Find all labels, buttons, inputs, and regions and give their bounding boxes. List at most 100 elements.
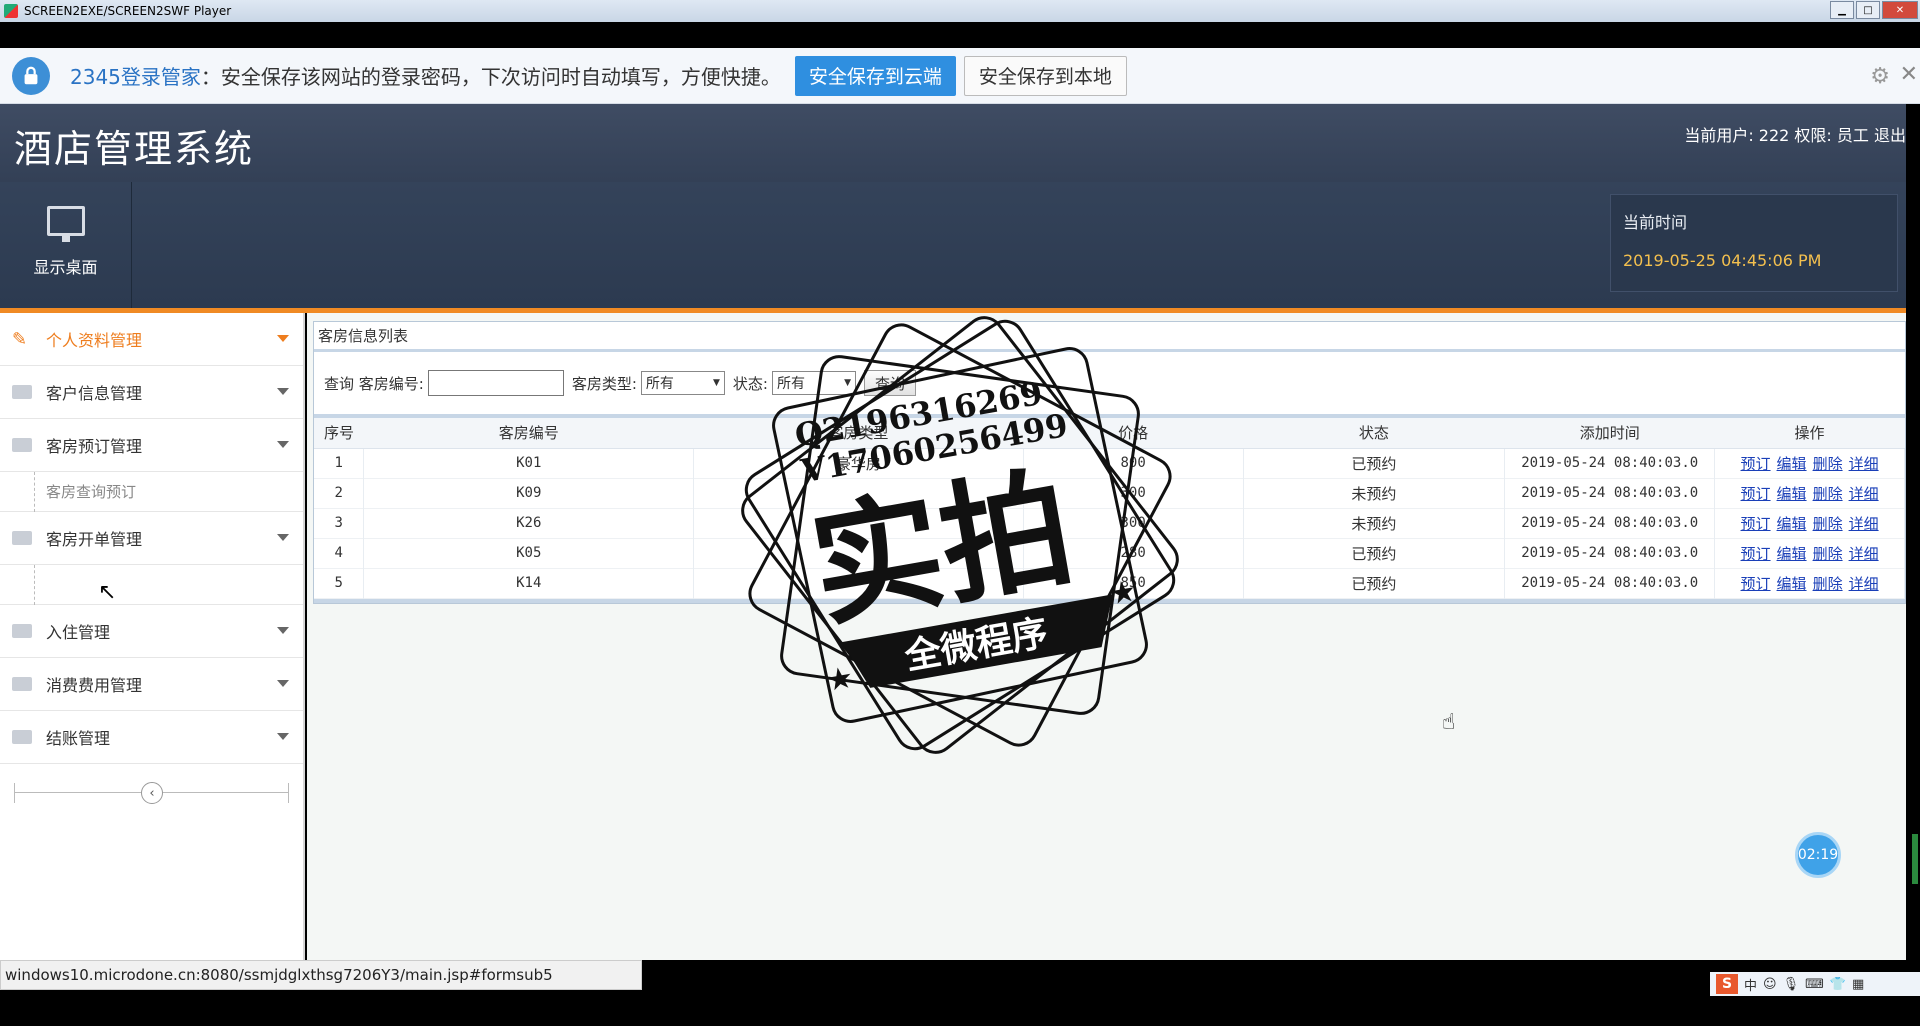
sidebar-item-checkout[interactable]: 结账管理 bbox=[0, 711, 303, 764]
ime-toolbar: S 中 ☺ 🎙 ⌨ 👕 ▦ bbox=[1710, 972, 1920, 996]
reserve-link[interactable]: 预订 bbox=[1741, 485, 1771, 503]
reserve-link[interactable]: 预订 bbox=[1741, 545, 1771, 563]
sidebar-item-room-orders[interactable]: 客房开单管理 bbox=[0, 512, 303, 565]
mic-icon[interactable]: 🎙 bbox=[1783, 977, 1800, 992]
ime-mode[interactable]: 中 bbox=[1744, 975, 1757, 994]
sidebar-item-label: 客房预订管理 bbox=[46, 437, 143, 456]
brush-icon bbox=[12, 677, 32, 691]
delete-link[interactable]: 删除 bbox=[1813, 455, 1843, 473]
query-label: 查询 bbox=[324, 374, 355, 393]
user-info[interactable]: 当前用户: 222 权限: 员工 退出 bbox=[1684, 122, 1906, 146]
app-icon bbox=[4, 4, 18, 18]
edit-link[interactable]: 编辑 bbox=[1777, 575, 1807, 593]
cell-type bbox=[693, 568, 1024, 598]
cell-time: 2019-05-24 08:40:03.0 bbox=[1504, 478, 1716, 508]
ime-logo[interactable]: S bbox=[1716, 974, 1738, 994]
reserve-link[interactable]: 预订 bbox=[1741, 575, 1771, 593]
sidebar-subitem-room-query[interactable]: 客房查询预订 bbox=[0, 472, 303, 512]
cell-time: 2019-05-24 08:40:03.0 bbox=[1504, 538, 1716, 568]
reserve-link[interactable]: 预订 bbox=[1741, 455, 1771, 473]
chevron-down-icon bbox=[277, 733, 289, 740]
status-label: 状态: bbox=[732, 374, 768, 393]
table-header-row: 序号 客房编号 客房类型 价格 状态 添加时间 操作 bbox=[314, 418, 1905, 449]
detail-link[interactable]: 详细 bbox=[1849, 485, 1879, 503]
delete-link[interactable]: 删除 bbox=[1813, 485, 1843, 503]
detail-link[interactable]: 详细 bbox=[1849, 455, 1879, 473]
layout-icon bbox=[12, 531, 32, 545]
sidebar-collapse-row: ‹ bbox=[0, 764, 303, 824]
password-message: 2345登录管家：安全保存该网站的登录密码，下次访问时自动填写，方便快捷。 bbox=[70, 61, 781, 90]
minimize-button[interactable]: ▁ bbox=[1830, 1, 1854, 19]
recording-timer: 02:19 bbox=[1795, 832, 1841, 878]
detail-link[interactable]: 详细 bbox=[1849, 575, 1879, 593]
cell-no: 2 bbox=[314, 478, 365, 508]
sidebar-item-customers[interactable]: 客户信息管理 bbox=[0, 366, 303, 419]
emoji-icon[interactable]: ☺ bbox=[1763, 977, 1777, 992]
room-no-input[interactable] bbox=[427, 370, 564, 396]
window-close-button[interactable]: ✕ bbox=[1882, 1, 1918, 19]
search-button[interactable]: 查询 bbox=[863, 370, 916, 396]
cell-room: K09 bbox=[363, 478, 695, 508]
maximize-button[interactable]: □ bbox=[1856, 1, 1880, 19]
reserve-link[interactable]: 预订 bbox=[1741, 515, 1771, 533]
skin-icon[interactable]: 👕 bbox=[1830, 977, 1846, 992]
cell-status: 未预约 bbox=[1243, 508, 1506, 538]
cell-price: 800 bbox=[1023, 448, 1244, 478]
save-local-button[interactable]: 安全保存到本地 bbox=[963, 55, 1127, 96]
sidebar-spacer bbox=[0, 565, 303, 605]
password-manager-bar: 2345登录管家：安全保存该网站的登录密码，下次访问时自动填写，方便快捷。 安全… bbox=[0, 48, 1920, 104]
keyboard-icon[interactable]: ⌨ bbox=[1805, 977, 1824, 992]
id-card-icon bbox=[12, 385, 32, 399]
sidebar-item-checkin[interactable]: 入住管理 bbox=[0, 605, 303, 658]
gear-icon[interactable]: ⚙ bbox=[1870, 64, 1890, 89]
current-time-label: 当前时间 bbox=[1623, 213, 1688, 232]
cell-price: 850 bbox=[1023, 568, 1244, 598]
delete-link[interactable]: 删除 bbox=[1813, 545, 1843, 563]
current-time-box: 当前时间 2019-05-25 04:45:06 PM bbox=[1610, 194, 1898, 292]
table-row: 1 K01 豪华房 800 已预约 2019-05-24 08:40:03.0 … bbox=[314, 448, 1905, 478]
cell-actions: 预订 编辑 删除 详细 bbox=[1714, 448, 1905, 478]
chevron-left-icon[interactable]: ‹ bbox=[141, 782, 163, 804]
status-select[interactable]: 所有 bbox=[771, 371, 856, 395]
room-type-label: 客房类型: bbox=[571, 374, 637, 393]
chevron-down-icon bbox=[277, 388, 289, 395]
grid-icon[interactable]: ▦ bbox=[1852, 977, 1864, 992]
sidebar-item-expenses[interactable]: 消费费用管理 bbox=[0, 658, 303, 711]
chevron-down-icon bbox=[277, 441, 289, 448]
player-title-bar: SCREEN2EXE/SCREEN2SWF Player ▁ □ ✕ bbox=[0, 0, 1920, 22]
app-header: 酒店管理系统 当前用户: 222 权限: 员工 退出 bbox=[0, 104, 1906, 182]
chevron-down-icon bbox=[277, 534, 289, 541]
sidebar-item-label: 客户信息管理 bbox=[46, 384, 143, 403]
save-cloud-button[interactable]: 安全保存到云端 bbox=[794, 55, 956, 96]
delete-link[interactable]: 删除 bbox=[1813, 575, 1843, 593]
delete-link[interactable]: 删除 bbox=[1813, 515, 1843, 533]
edit-link[interactable]: 编辑 bbox=[1777, 485, 1807, 503]
cell-price: 280 bbox=[1023, 538, 1244, 568]
grid-icon bbox=[12, 438, 32, 452]
cell-status: 已预约 bbox=[1243, 538, 1506, 568]
main-content: 客房信息列表 查询 客房编号: 客房类型: 所有 状态: 所有 查询 序号 客房… bbox=[307, 313, 1906, 960]
sidebar-item-profile[interactable]: ✎ 个人资料管理 bbox=[0, 313, 303, 366]
edit-link[interactable]: 编辑 bbox=[1777, 455, 1807, 473]
screen: SCREEN2EXE/SCREEN2SWF Player ▁ □ ✕ 2345登… bbox=[0, 0, 1920, 1026]
cell-type bbox=[693, 538, 1024, 568]
sidebar-item-reservations[interactable]: 客房预订管理 bbox=[0, 419, 303, 472]
sidebar: ✎ 个人资料管理 客户信息管理 客房预订管理 客房查询预订 客房开单管理 入住管… bbox=[0, 313, 305, 960]
edit-link[interactable]: 编辑 bbox=[1777, 515, 1807, 533]
close-icon[interactable]: ✕ bbox=[1900, 62, 1918, 87]
detail-link[interactable]: 详细 bbox=[1849, 515, 1879, 533]
brush-icon bbox=[12, 730, 32, 744]
edit-link[interactable]: 编辑 bbox=[1777, 545, 1807, 563]
monitor-icon bbox=[46, 206, 85, 242]
sidebar-item-label: 入住管理 bbox=[46, 623, 111, 642]
cell-no: 3 bbox=[314, 508, 365, 538]
column-header: 添加时间 bbox=[1504, 418, 1715, 449]
room-type-select[interactable]: 所有 bbox=[640, 371, 725, 395]
cell-type bbox=[693, 478, 1024, 508]
show-desktop-button[interactable]: 显示桌面 bbox=[0, 182, 132, 308]
toolbar-band: 显示桌面 当前时间 2019-05-25 04:45:06 PM bbox=[0, 182, 1906, 308]
table-footer-border bbox=[314, 598, 1905, 603]
search-form: 查询 客房编号: 客房类型: 所有 状态: 所有 查询 bbox=[314, 352, 1905, 418]
table-row: 3 K26 300 未预约 2019-05-24 08:40:03.0 预订 编辑… bbox=[314, 508, 1905, 538]
detail-link[interactable]: 详细 bbox=[1849, 545, 1879, 563]
